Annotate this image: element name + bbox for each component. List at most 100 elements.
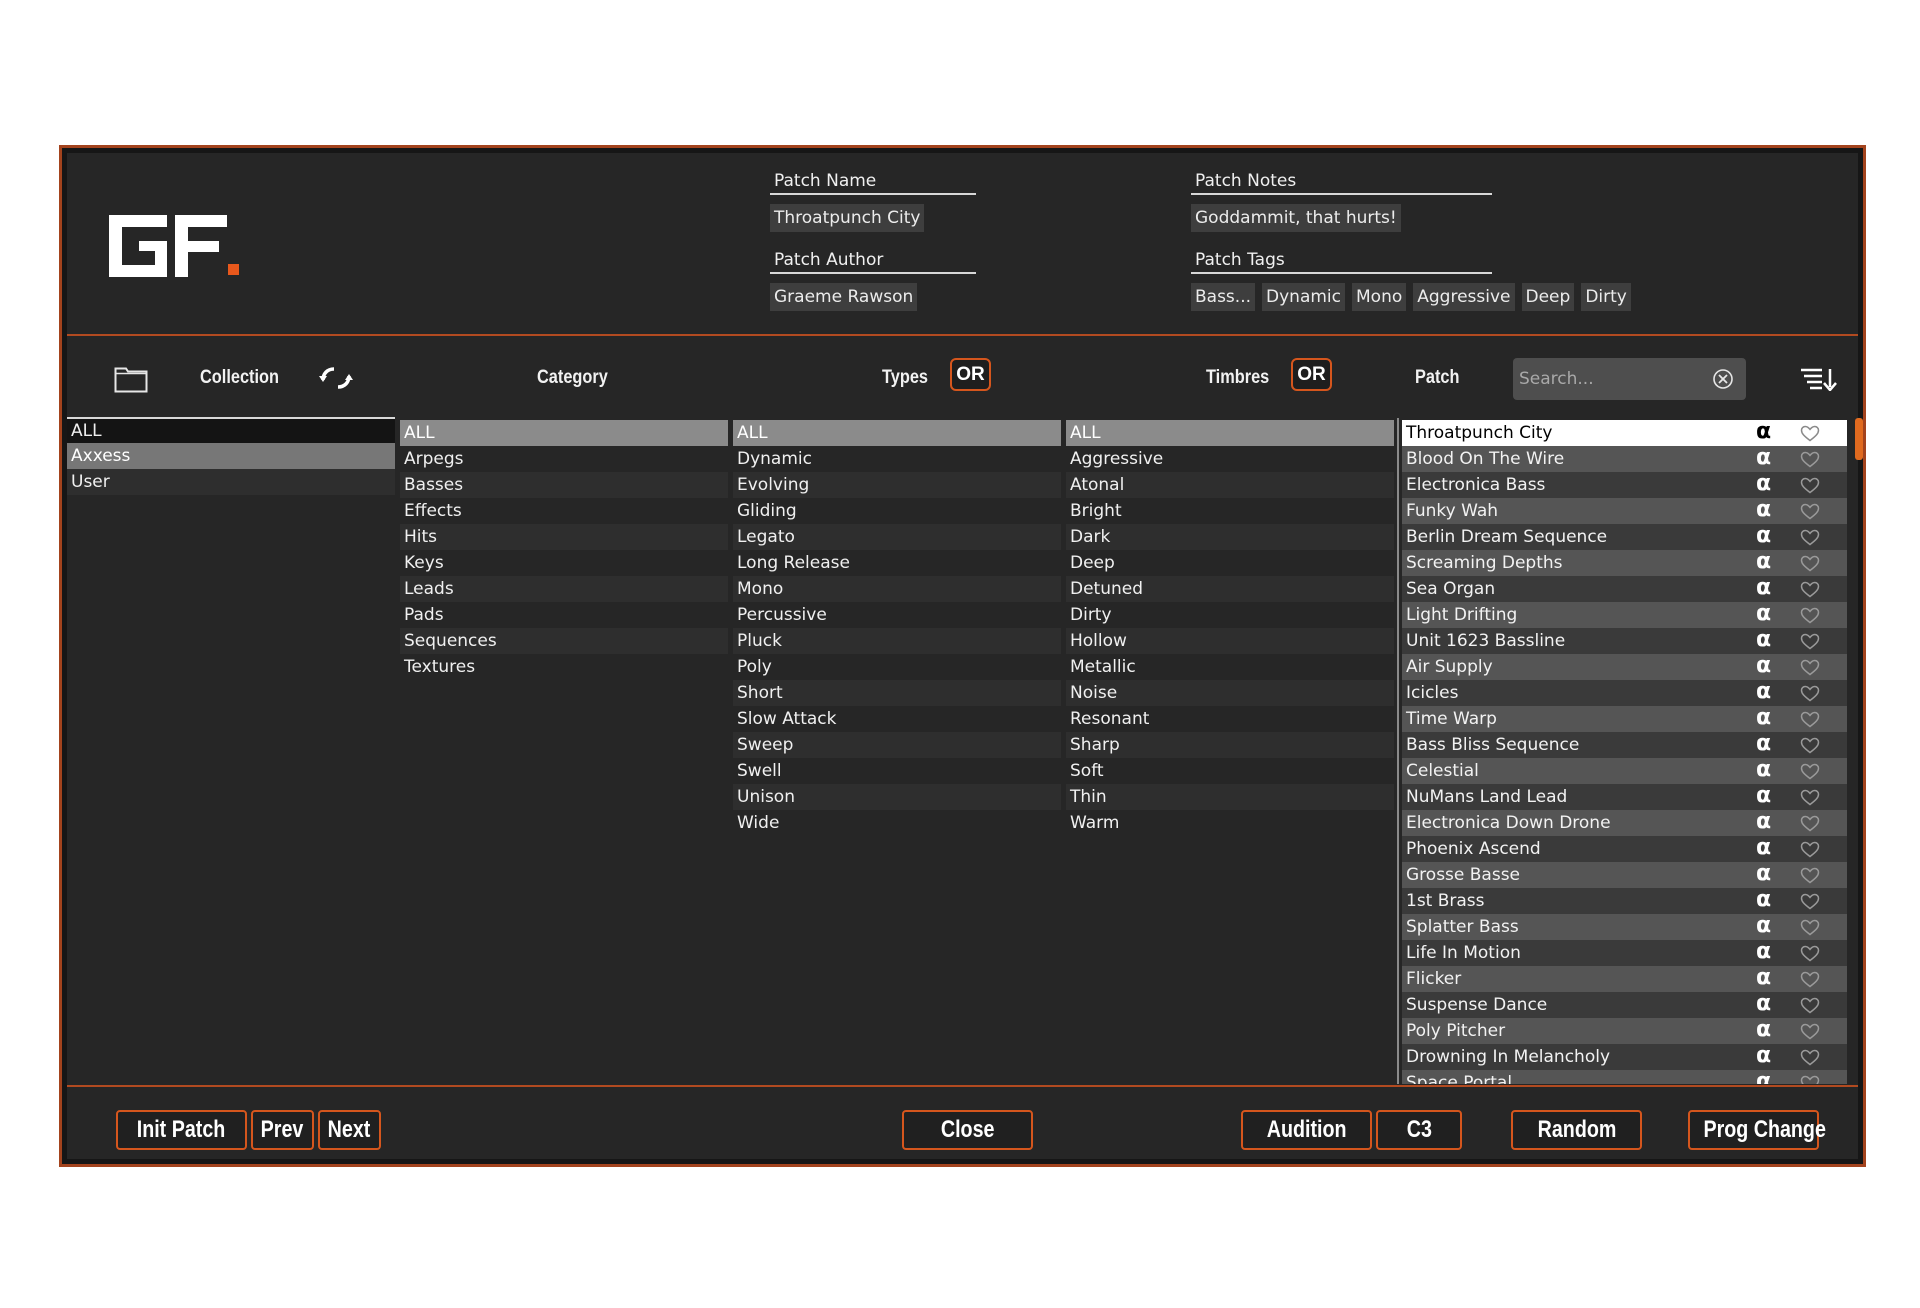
type-item[interactable]: Gliding: [733, 498, 1061, 524]
favorite-heart-icon[interactable]: [1800, 477, 1820, 494]
sort-icon[interactable]: [1800, 367, 1838, 391]
favorite-heart-icon[interactable]: [1800, 1075, 1820, 1084]
patch-tag[interactable]: Aggressive: [1413, 283, 1515, 311]
favorite-heart-icon[interactable]: [1800, 425, 1820, 442]
favorite-heart-icon[interactable]: [1800, 555, 1820, 572]
category-item[interactable]: Hits: [400, 524, 728, 550]
favorite-heart-icon[interactable]: [1800, 1049, 1820, 1066]
types-or-toggle[interactable]: OR: [950, 358, 991, 391]
category-item[interactable]: ALL: [400, 420, 728, 446]
patch-tag[interactable]: Dynamic: [1262, 283, 1345, 311]
patch-row[interactable]: Drowning In Melancholy α: [1402, 1044, 1847, 1070]
favorite-heart-icon[interactable]: [1800, 581, 1820, 598]
random-button[interactable]: Random: [1511, 1110, 1642, 1150]
patch-row[interactable]: Poly Pitcher α: [1402, 1018, 1847, 1044]
favorite-heart-icon[interactable]: [1800, 737, 1820, 754]
patch-row[interactable]: Screaming Depths α: [1402, 550, 1847, 576]
patch-tag[interactable]: Bass...: [1191, 283, 1256, 311]
type-item[interactable]: ALL: [733, 420, 1061, 446]
patch-tag[interactable]: Mono: [1352, 283, 1407, 311]
patch-row[interactable]: Time Warp α: [1402, 706, 1847, 732]
folder-icon[interactable]: [114, 365, 148, 393]
patch-row[interactable]: NuMans Land Lead α: [1402, 784, 1847, 810]
type-item[interactable]: Legato: [733, 524, 1061, 550]
type-item[interactable]: Sweep: [733, 732, 1061, 758]
favorite-heart-icon[interactable]: [1800, 451, 1820, 468]
timbre-item[interactable]: Bright: [1066, 498, 1394, 524]
search-input[interactable]: [1519, 358, 1699, 400]
category-item[interactable]: Textures: [400, 654, 728, 680]
patch-row[interactable]: Icicles α: [1402, 680, 1847, 706]
type-item[interactable]: Unison: [733, 784, 1061, 810]
timbre-item[interactable]: Resonant: [1066, 706, 1394, 732]
patch-row[interactable]: Splatter Bass α: [1402, 914, 1847, 940]
type-item[interactable]: Pluck: [733, 628, 1061, 654]
patch-row[interactable]: Funky Wah α: [1402, 498, 1847, 524]
category-item[interactable]: Sequences: [400, 628, 728, 654]
next-button[interactable]: Next: [318, 1110, 381, 1150]
favorite-heart-icon[interactable]: [1800, 841, 1820, 858]
category-item[interactable]: Arpegs: [400, 446, 728, 472]
timbre-item[interactable]: Hollow: [1066, 628, 1394, 654]
timbre-item[interactable]: Atonal: [1066, 472, 1394, 498]
favorite-heart-icon[interactable]: [1800, 685, 1820, 702]
type-item[interactable]: Slow Attack: [733, 706, 1061, 732]
patch-row[interactable]: Air Supply α: [1402, 654, 1847, 680]
patch-list-scrollbar[interactable]: [1855, 418, 1863, 460]
timbre-item[interactable]: Detuned: [1066, 576, 1394, 602]
category-item[interactable]: Pads: [400, 602, 728, 628]
patch-row[interactable]: Light Drifting α: [1402, 602, 1847, 628]
collection-item[interactable]: Axxess: [67, 443, 395, 469]
timbre-item[interactable]: Dirty: [1066, 602, 1394, 628]
prog-change-button[interactable]: Prog Change: [1688, 1110, 1826, 1150]
favorite-heart-icon[interactable]: [1800, 763, 1820, 780]
timbre-item[interactable]: Thin: [1066, 784, 1394, 810]
favorite-heart-icon[interactable]: [1800, 529, 1820, 546]
type-item[interactable]: Short: [733, 680, 1061, 706]
patch-row[interactable]: Electronica Down Drone α: [1402, 810, 1847, 836]
timbre-item[interactable]: Sharp: [1066, 732, 1394, 758]
prev-button[interactable]: Prev: [251, 1110, 314, 1150]
timbre-item[interactable]: Aggressive: [1066, 446, 1394, 472]
patch-row[interactable]: Phoenix Ascend α: [1402, 836, 1847, 862]
refresh-icon[interactable]: [318, 365, 354, 391]
patch-row[interactable]: Sea Organ α: [1402, 576, 1847, 602]
type-item[interactable]: Poly: [733, 654, 1061, 680]
timbre-item[interactable]: ALL: [1066, 420, 1394, 446]
audition-button[interactable]: Audition: [1241, 1110, 1372, 1150]
patch-row[interactable]: Unit 1623 Bassline α: [1402, 628, 1847, 654]
type-item[interactable]: Evolving: [733, 472, 1061, 498]
timbre-item[interactable]: Deep: [1066, 550, 1394, 576]
patch-row[interactable]: Grosse Basse α: [1402, 862, 1847, 888]
patch-row[interactable]: Electronica Bass α: [1402, 472, 1847, 498]
favorite-heart-icon[interactable]: [1800, 893, 1820, 910]
timbre-item[interactable]: Dark: [1066, 524, 1394, 550]
type-item[interactable]: Mono: [733, 576, 1061, 602]
patch-row[interactable]: Suspense Dance α: [1402, 992, 1847, 1018]
favorite-heart-icon[interactable]: [1800, 945, 1820, 962]
favorite-heart-icon[interactable]: [1800, 633, 1820, 650]
type-item[interactable]: Swell: [733, 758, 1061, 784]
audition-note-button[interactable]: C3: [1376, 1110, 1462, 1150]
favorite-heart-icon[interactable]: [1800, 711, 1820, 728]
collection-item[interactable]: User: [67, 469, 395, 495]
category-item[interactable]: Effects: [400, 498, 728, 524]
type-item[interactable]: Long Release: [733, 550, 1061, 576]
type-item[interactable]: Percussive: [733, 602, 1061, 628]
patch-row[interactable]: Celestial α: [1402, 758, 1847, 784]
favorite-heart-icon[interactable]: [1800, 659, 1820, 676]
favorite-heart-icon[interactable]: [1800, 503, 1820, 520]
type-item[interactable]: Dynamic: [733, 446, 1061, 472]
patch-tag[interactable]: Deep: [1521, 283, 1575, 311]
patch-row[interactable]: Life In Motion α: [1402, 940, 1847, 966]
timbre-item[interactable]: Warm: [1066, 810, 1394, 836]
timbres-or-toggle[interactable]: OR: [1291, 358, 1332, 391]
timbre-item[interactable]: Soft: [1066, 758, 1394, 784]
patch-row[interactable]: Space Portal α: [1402, 1070, 1847, 1084]
patch-row[interactable]: Bass Bliss Sequence α: [1402, 732, 1847, 758]
timbre-item[interactable]: Metallic: [1066, 654, 1394, 680]
init-patch-button[interactable]: Init Patch: [116, 1110, 247, 1150]
category-item[interactable]: Basses: [400, 472, 728, 498]
favorite-heart-icon[interactable]: [1800, 607, 1820, 624]
favorite-heart-icon[interactable]: [1800, 1023, 1820, 1040]
